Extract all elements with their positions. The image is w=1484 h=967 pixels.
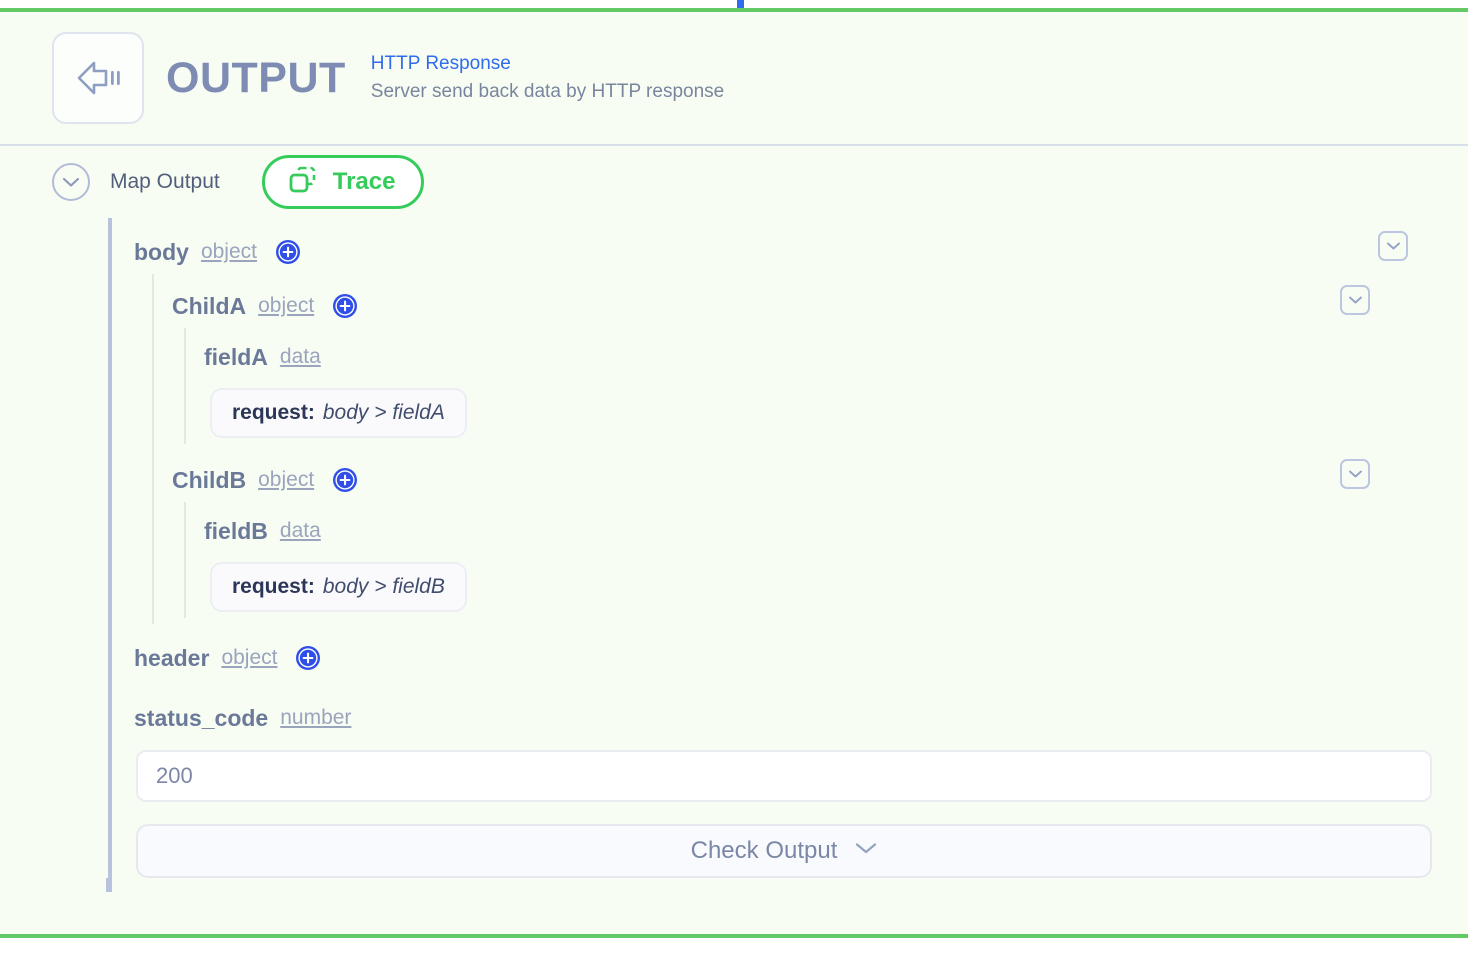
field-name-label: fieldA (204, 343, 268, 370)
tree-node-status-code: status_code number (134, 696, 1424, 740)
map-output-toolbar: Map Output Trace (0, 146, 1468, 218)
mapping-chip-fielda[interactable]: request: body > fieldA (210, 388, 467, 438)
body-children: ChildA object fieldA data request: body … (152, 274, 1424, 624)
childb-fields: fieldB data request: body > fieldB (184, 502, 1424, 618)
output-arrow-icon (52, 32, 144, 124)
plus-circle-icon[interactable] (295, 645, 321, 671)
collapse-button-childb[interactable] (1340, 459, 1370, 489)
field-name-label: status_code (134, 704, 269, 731)
node-type-label[interactable]: object (258, 294, 314, 318)
childa-fields: fieldA data request: body > fieldA (184, 328, 1424, 444)
node-type-label[interactable]: object (258, 468, 314, 492)
output-card: OUTPUT HTTP Response Server send back da… (0, 8, 1468, 938)
node-name-label: header (134, 644, 210, 671)
plus-circle-icon[interactable] (332, 467, 358, 493)
tree-leaf-fieldb[interactable]: fieldB data (204, 510, 1424, 552)
header-text-block: HTTP Response Server send back data by H… (371, 53, 724, 103)
tree-node-childb[interactable]: ChildB object (172, 458, 1424, 502)
trace-button[interactable]: Trace (261, 155, 425, 209)
node-type-label[interactable]: object (221, 646, 277, 670)
node-name-label: body (134, 238, 189, 265)
tree-node-body[interactable]: body object (134, 230, 1424, 274)
trace-button-label: Trace (332, 168, 396, 195)
tree-node-childa[interactable]: ChildA object (172, 284, 1424, 328)
status-code-input[interactable] (136, 750, 1432, 802)
field-type-label[interactable]: data (280, 345, 321, 369)
field-type-label[interactable]: number (280, 706, 351, 730)
chevron-down-icon (855, 842, 877, 860)
node-type-link[interactable]: HTTP Response (371, 53, 724, 75)
mapping-chip-value: body > fieldB (322, 575, 445, 598)
plus-circle-icon[interactable] (275, 239, 301, 265)
node-type-label[interactable]: object (201, 240, 257, 264)
check-output-label: Check Output (690, 837, 838, 864)
check-output-button[interactable]: Check Output (136, 824, 1432, 878)
card-body: Map Output Trace body object ChildA obje… (0, 146, 1468, 892)
mapping-chip-fieldb[interactable]: request: body > fieldB (210, 562, 467, 612)
collapse-button-body[interactable] (1378, 231, 1408, 261)
chevron-down-icon[interactable] (52, 163, 90, 201)
mapping-chip-key: request: (232, 575, 315, 598)
copy-icon (287, 164, 319, 201)
output-node-panel: OUTPUT HTTP Response Server send back da… (0, 0, 1484, 967)
node-name-label: ChildB (172, 466, 247, 493)
field-name-label: fieldB (204, 517, 268, 544)
plus-circle-icon[interactable] (332, 293, 358, 319)
node-name-label: ChildA (172, 292, 247, 319)
collapse-button-childa[interactable] (1340, 285, 1370, 315)
tree-leaf-fielda[interactable]: fieldA data (204, 336, 1424, 378)
map-output-label: Map Output (110, 170, 220, 193)
page-title: OUTPUT (166, 53, 346, 102)
mapping-chip-value: body > fieldA (322, 401, 445, 424)
node-description: Server send back data by HTTP response (370, 81, 725, 102)
tree-guide-line-end (106, 878, 110, 892)
tree-node-header[interactable]: header object (134, 636, 1424, 680)
field-type-label[interactable]: data (280, 519, 321, 543)
mapping-chip-key: request: (232, 401, 315, 424)
output-schema-tree: body object ChildA object fieldA data re… (108, 218, 1432, 892)
card-header: OUTPUT HTTP Response Server send back da… (0, 12, 1468, 146)
